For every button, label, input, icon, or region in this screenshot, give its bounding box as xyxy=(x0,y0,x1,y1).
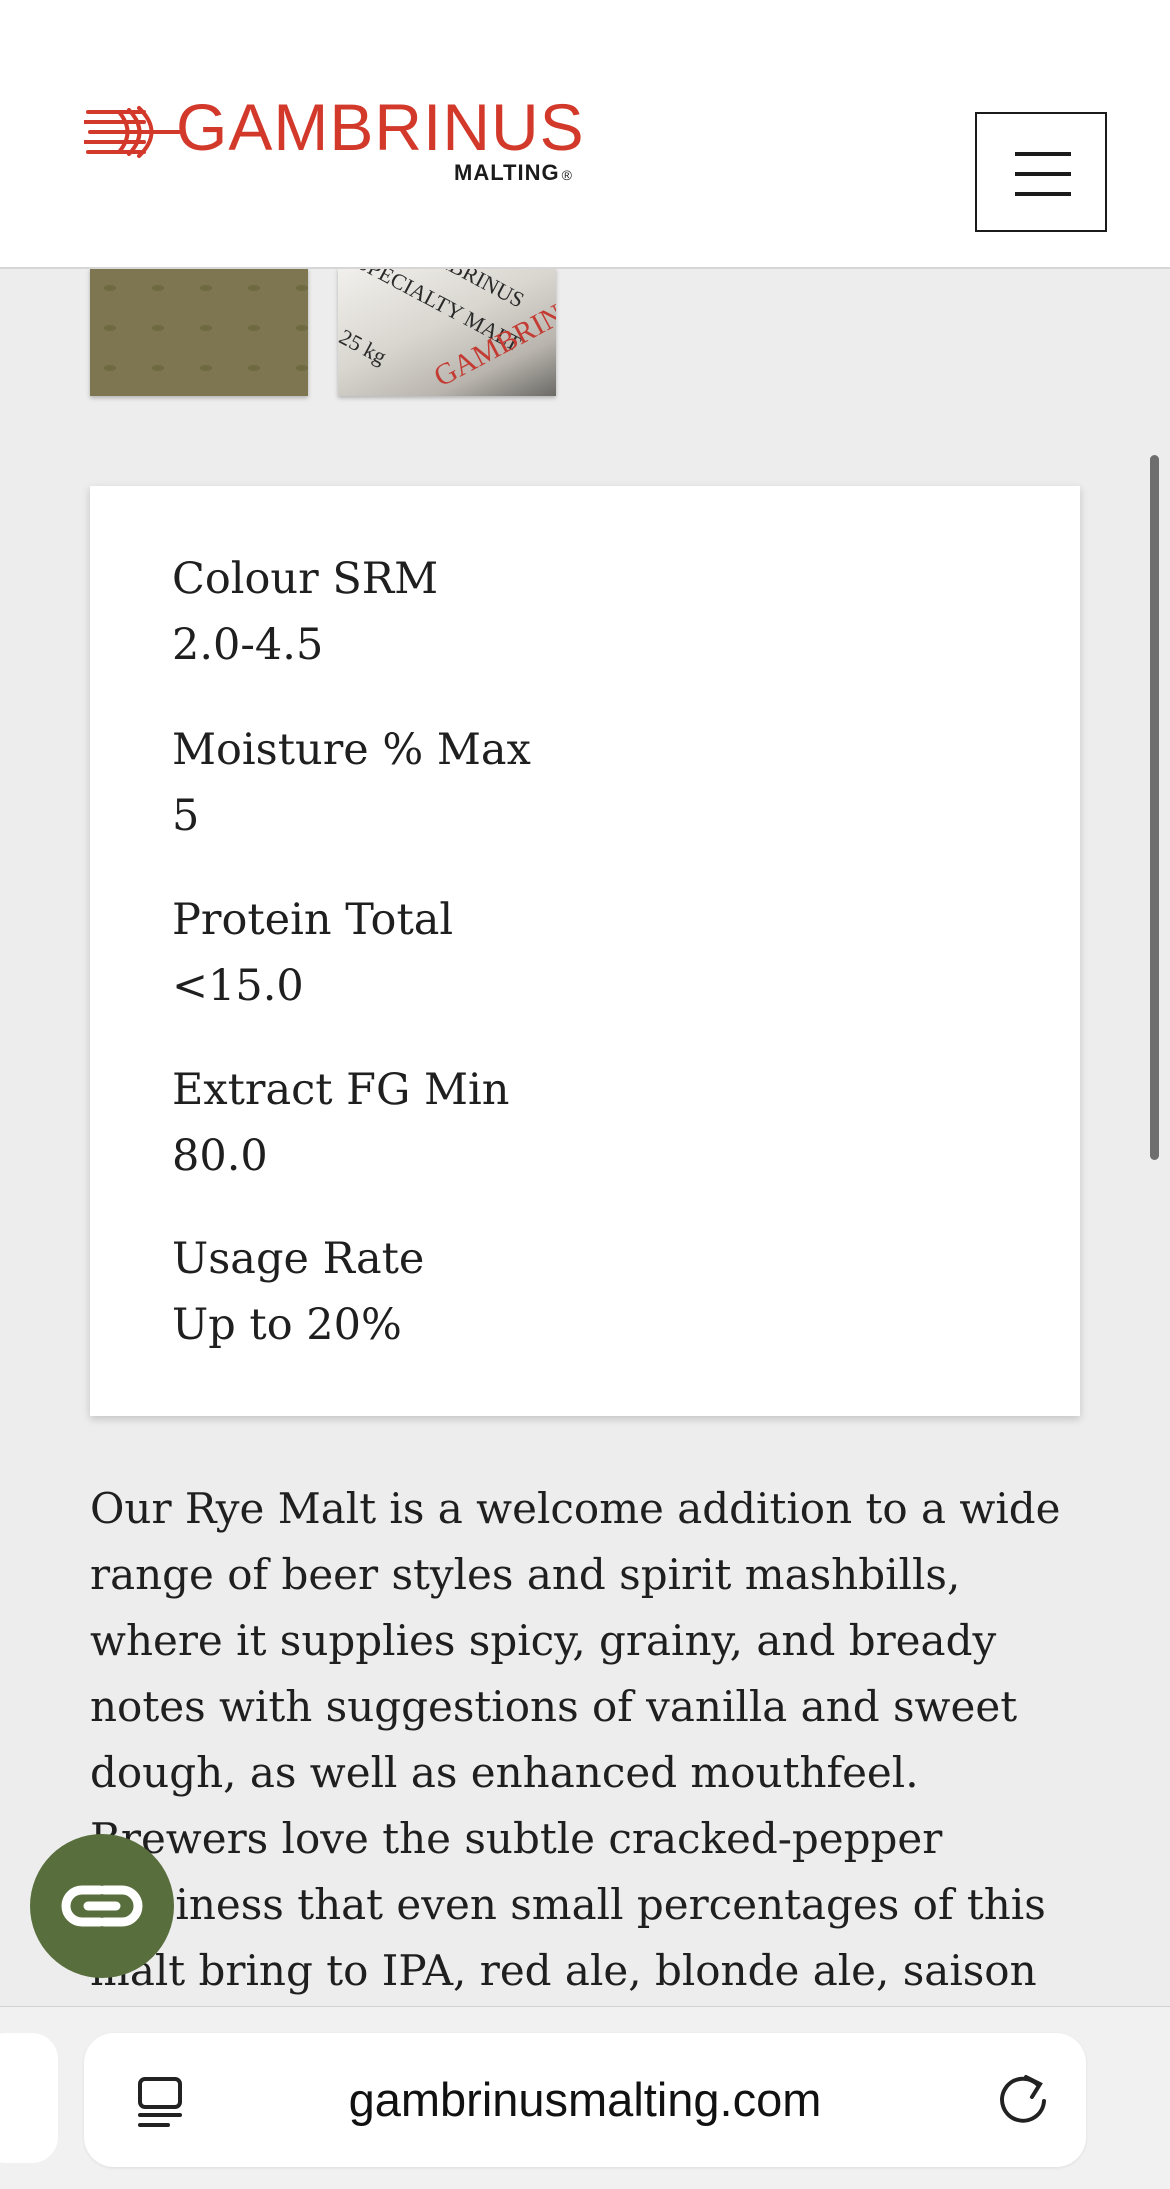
gambrinus-logo[interactable]: GAMBRINUS MALTING ® xyxy=(84,94,584,190)
description-line: where it supplies spicy, grainy, and bre… xyxy=(90,1616,997,1665)
previous-tab[interactable] xyxy=(0,2033,58,2163)
description-line: dough, as well as enhanced mouthfeel. xyxy=(90,1748,919,1797)
logo-subtitle: MALTING ® xyxy=(454,160,573,185)
page-scrollbar[interactable] xyxy=(1150,455,1159,1160)
spec-value: <15.0 xyxy=(172,961,304,1011)
chat-button[interactable] xyxy=(30,1834,174,1978)
description-line: Our Rye Malt is a welcome addition to a … xyxy=(90,1484,1061,1533)
url-text: gambrinusmalting.com xyxy=(348,2073,822,2126)
spec-moisture: Moisture % Max 5 xyxy=(172,717,531,849)
spec-value: 80.0 xyxy=(172,1131,268,1181)
address-bar[interactable]: gambrinusmalting.com xyxy=(84,2033,1086,2167)
browser-bottom-bar: gambrinusmalting.com xyxy=(0,2006,1170,2189)
spec-label: Protein Total xyxy=(172,895,454,945)
spec-label: Colour SRM xyxy=(172,554,439,604)
spec-label: Usage Rate xyxy=(172,1234,425,1284)
bag-thumbnail[interactable]: GAMBRINUS SPECIALTY MALT 25 kg GAMBRINUS xyxy=(338,268,556,396)
description-line: malt bring to IPA, red ale, blonde ale, … xyxy=(90,1946,1037,1995)
description-line: notes with suggestions of vanilla and sw… xyxy=(90,1682,1018,1731)
spec-extract: Extract FG Min 80.0 xyxy=(172,1057,509,1189)
spec-value: 5 xyxy=(172,791,200,841)
bag-print-weight: 25 kg xyxy=(338,323,391,370)
wheat-logo-icon xyxy=(84,106,181,158)
registered-mark: ® xyxy=(561,167,573,183)
description-line: range of beer styles and spirit mashbill… xyxy=(90,1550,961,1599)
product-description: Our Rye Malt is a welcome addition to a … xyxy=(90,1476,1090,2004)
spec-label: Extract FG Min xyxy=(172,1065,510,1115)
grain-thumbnail[interactable] xyxy=(90,268,308,396)
description-line: spiciness that even small percentages of… xyxy=(90,1880,1046,1929)
spec-value: Up to 20% xyxy=(172,1300,402,1350)
spec-colour: Colour SRM 2.0-4.5 xyxy=(172,546,438,678)
site-header: GAMBRINUS MALTING ® xyxy=(0,0,1170,269)
reload-icon[interactable] xyxy=(994,2071,1052,2129)
spec-label: Moisture % Max xyxy=(172,725,531,775)
spec-usage: Usage Rate Up to 20% xyxy=(172,1226,424,1358)
logo-wordmark: GAMBRINUS xyxy=(176,90,585,164)
spec-value: 2.0-4.5 xyxy=(172,620,324,670)
spec-protein: Protein Total <15.0 xyxy=(172,887,453,1019)
chat-icon xyxy=(61,1885,143,1927)
description-line: Brewers love the subtle cracked-pepper xyxy=(90,1814,943,1863)
menu-button[interactable] xyxy=(975,112,1107,232)
specs-card: Colour SRM 2.0-4.5 Moisture % Max 5 Prot… xyxy=(90,486,1080,1416)
hamburger-icon xyxy=(1015,152,1071,156)
